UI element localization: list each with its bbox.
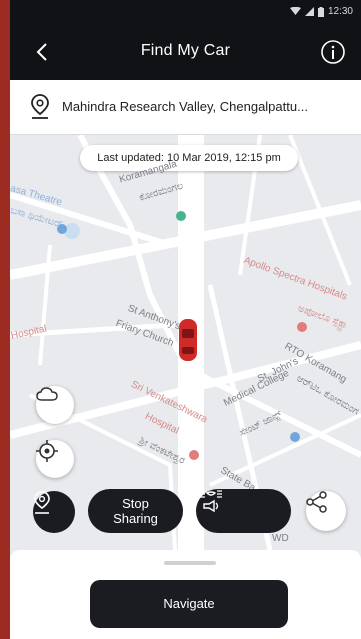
wifi-icon [289,7,301,15]
sheet-drag-handle[interactable] [164,561,216,565]
app-screen: 12:30 Find My Car Mahindra Research Vall… [10,0,361,639]
status-time: 12:30 [327,6,353,17]
recenter-button[interactable] [36,440,74,478]
location-bar[interactable]: Mahindra Research Valley, Chengalpattu..… [10,80,361,135]
horn-lights-button[interactable] [196,489,291,533]
cloud-icon [36,387,58,401]
share-icon [306,491,327,513]
status-icons: 12:30 [289,6,353,17]
map-view[interactable]: Last updated: 10 Mar 2019, 12:15 pm Kora… [10,135,361,550]
info-icon[interactable] [319,38,347,66]
poi-marker [189,450,199,460]
battery-icon [317,6,324,17]
car-icon[interactable] [179,319,197,361]
person-location-icon [34,491,50,514]
horn-lights-icon [200,490,222,513]
map-label-wd: WD [272,533,289,544]
share-button[interactable] [306,491,346,531]
poi-marker [290,432,300,442]
signal-icon [304,7,314,16]
navigate-button[interactable]: Navigate [90,580,288,628]
stop-sharing-line2: Sharing [113,511,158,526]
bottom-sheet: Navigate [10,550,361,639]
header-bar: Find My Car [10,24,361,80]
weather-button[interactable] [36,386,74,424]
person-location-button[interactable] [33,491,75,533]
locate-target-icon [36,440,58,462]
stop-sharing-label: Stop Sharing [113,496,158,526]
poi-marker [297,322,307,332]
last-updated-chip: Last updated: 10 Mar 2019, 12:15 pm [80,145,298,171]
status-bar: 12:30 [10,0,361,24]
page-title: Find My Car [140,42,231,59]
poi-marker [176,211,186,221]
location-address: Mahindra Research Valley, Chengalpattu..… [62,99,308,114]
stop-sharing-button[interactable]: Stop Sharing [88,489,183,533]
stop-sharing-line1: Stop [122,496,149,511]
location-pin-icon [30,94,50,120]
